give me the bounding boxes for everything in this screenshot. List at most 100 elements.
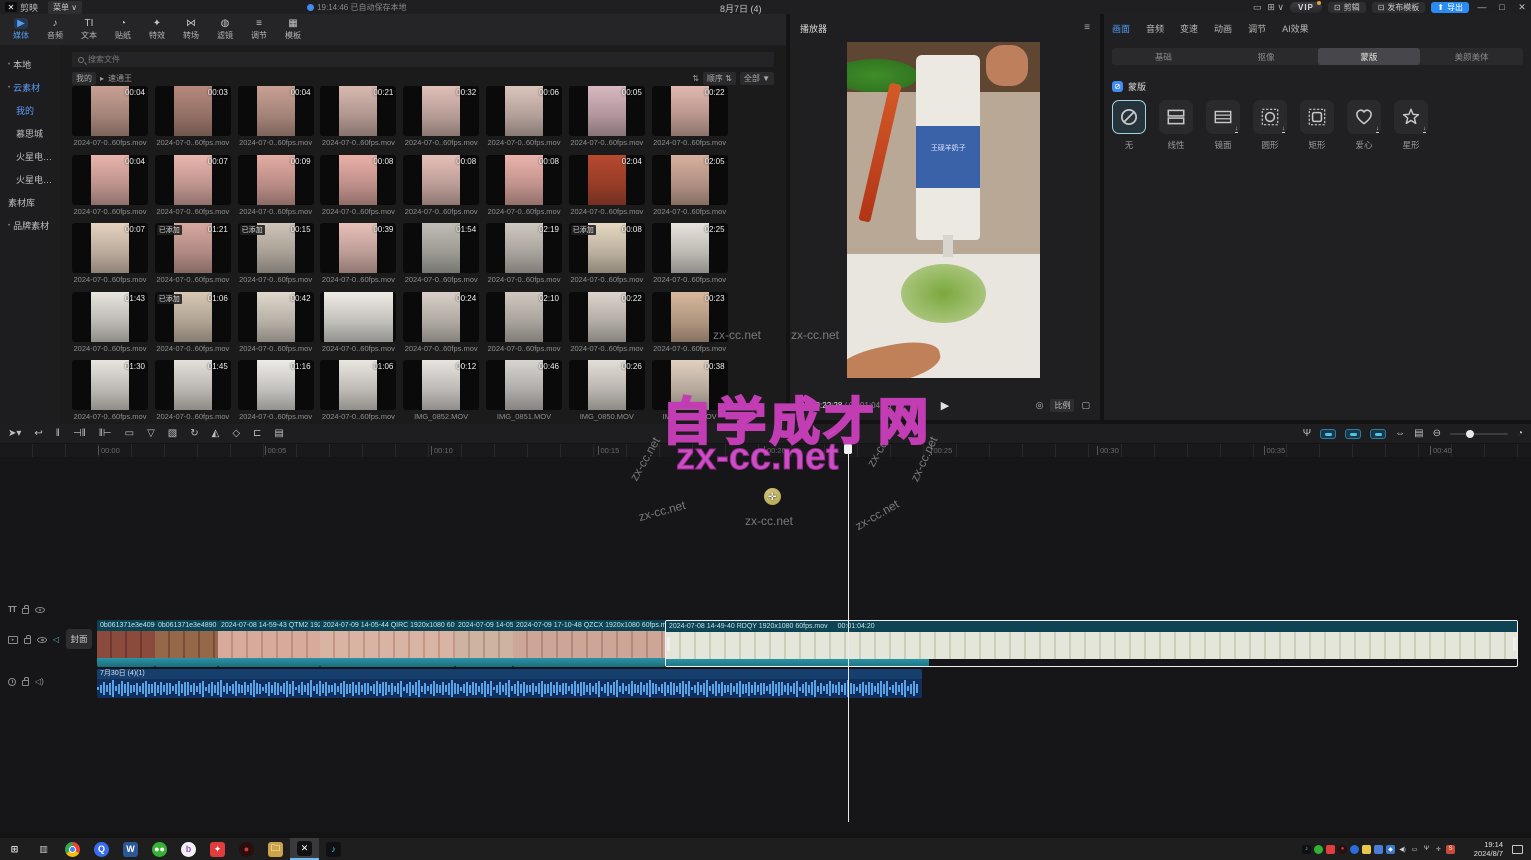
cover-button[interactable]: 封面 <box>66 629 92 649</box>
tray-wechat-icon[interactable] <box>1314 845 1323 854</box>
toolbar-item-贴纸[interactable]: ◔贴纸 <box>106 14 140 45</box>
media-item[interactable]: 00:092024-07-0..60fps.mov <box>238 155 314 216</box>
media-item[interactable]: 00:242024-07-0..60fps.mov <box>403 292 479 353</box>
mirror-tool[interactable]: ◭ <box>212 428 220 439</box>
file-explorer-icon[interactable]: 🗀 <box>261 838 290 860</box>
split-left-button[interactable]: ⊣‖ <box>73 428 86 439</box>
timeline-zoom-slider[interactable] <box>1450 433 1508 435</box>
track-sound-icon[interactable]: ◁ <box>53 635 59 644</box>
lock-icon[interactable] <box>22 608 29 614</box>
timeline-clip[interactable]: 2024-07-08 14-49-40 RDQY 1920x1080 60fps… <box>665 620 1518 667</box>
media-item[interactable]: 00:082024-07-0..60fps.mov <box>486 155 562 216</box>
undo-button[interactable]: ↩ <box>34 428 42 439</box>
toolbar-item-模板[interactable]: ▦模板 <box>276 14 310 45</box>
media-item[interactable]: 00:422024-07-0..60fps.mov <box>238 292 314 353</box>
split-button[interactable]: ‖ <box>56 428 60 439</box>
tray-recorder-icon[interactable]: ● <box>1338 845 1347 854</box>
timeline-clip[interactable]: 2024-07-08 14-59-43 QTM2 192 <box>218 620 320 667</box>
auto-fit-icon[interactable]: ⇔ <box>1395 428 1405 439</box>
tray-mic-icon[interactable]: Ψ <box>1422 845 1431 854</box>
crop-tool[interactable]: ▧ <box>168 428 177 439</box>
visibility-icon[interactable] <box>35 607 45 613</box>
sidebar-item-品牌素材[interactable]: •品牌素材 <box>0 214 60 237</box>
maximize-button[interactable]: □ <box>1495 2 1509 12</box>
tray-defender-icon[interactable]: ◆ <box>1386 845 1395 854</box>
media-item[interactable]: 01:21已添加2024-07-0..60fps.mov <box>155 223 231 284</box>
video-preview[interactable]: 王砚羊奶子 <box>847 42 1040 378</box>
media-item[interactable]: 01:432024-07-0..60fps.mov <box>72 292 148 353</box>
media-item[interactable]: 01:162024-07-0..60fps.mov <box>238 360 314 421</box>
action-center-icon[interactable] <box>1512 845 1523 854</box>
media-item[interactable]: 01:06已添加2024-07-0..60fps.mov <box>155 292 231 353</box>
toolbar-item-音频[interactable]: ♪音频 <box>38 14 72 45</box>
clip-button[interactable]: ⊡剪辑 <box>1328 2 1366 13</box>
media-item[interactable]: 02:052024-07-0..60fps.mov <box>652 155 728 216</box>
sidebar-item-火星电…[interactable]: 火星电… <box>0 168 60 191</box>
media-item[interactable]: 00:052024-07-0..60fps.mov <box>569 86 645 147</box>
ratio-crop-tool[interactable]: ⊏ <box>253 428 261 439</box>
tab-画面[interactable]: 画面 <box>1112 22 1130 35</box>
word-icon[interactable]: W <box>116 838 145 860</box>
media-item[interactable]: 00:212024-07-0..60fps.mov <box>320 86 396 147</box>
media-item[interactable]: 00:042024-07-0..60fps.mov <box>72 86 148 147</box>
subtab-基础[interactable]: 基础 <box>1112 48 1215 65</box>
sidebar-item-本地[interactable]: •本地 <box>0 53 60 76</box>
media-item[interactable]: 00:082024-07-0..60fps.mov <box>403 155 479 216</box>
close-button[interactable]: ✕ <box>1515 2 1529 13</box>
media-item[interactable]: 00:082024-07-0..60fps.mov <box>320 155 396 216</box>
grid-layout-icon[interactable]: ⊞ ∨ <box>1267 2 1284 13</box>
tray-xiaohongshu-icon[interactable] <box>1326 845 1335 854</box>
mask-option-镜面[interactable]: ↓镜面 <box>1206 100 1240 151</box>
media-item[interactable]: 00:322024-07-0..60fps.mov <box>403 86 479 147</box>
tray-yellow-icon[interactable] <box>1362 845 1371 854</box>
media-item[interactable]: 00:042024-07-0..60fps.mov <box>238 86 314 147</box>
tray-move-icon[interactable]: ✛ <box>1434 845 1443 854</box>
vip-badge[interactable]: VIP <box>1290 2 1322 13</box>
link-toggle[interactable] <box>1345 429 1361 439</box>
media-item[interactable]: 00:062024-07-0..60fps.mov <box>486 86 562 147</box>
tab-音频[interactable]: 音频 <box>1146 22 1164 35</box>
mask-option-星形[interactable]: ↓星形 <box>1394 100 1428 151</box>
mask-option-爱心[interactable]: ↓爱心 <box>1347 100 1381 151</box>
mask-option-圆形[interactable]: ↓圆形 <box>1253 100 1287 151</box>
tray-search-icon[interactable] <box>1350 845 1359 854</box>
tab-调节[interactable]: 调节 <box>1248 22 1266 35</box>
freeze-frame-button[interactable]: ▤ <box>274 428 283 439</box>
media-item[interactable]: 00:042024-07-0..60fps.mov <box>72 155 148 216</box>
sidebar-item-云素材[interactable]: •云素材 <box>0 76 60 99</box>
subtab-抠像[interactable]: 抠像 <box>1215 48 1318 65</box>
voiceover-mic-icon[interactable]: Ψ <box>1303 428 1311 439</box>
timer-icon[interactable]: ◔ <box>1517 428 1523 439</box>
tray-volume-icon[interactable]: ◀) <box>1398 845 1407 854</box>
tab-变速[interactable]: 变速 <box>1180 22 1198 35</box>
media-item[interactable]: 00:26IMG_0850.MOV <box>569 360 645 421</box>
chrome-icon[interactable] <box>58 838 87 860</box>
media-item[interactable]: 02:192024-07-0..60fps.mov <box>486 223 562 284</box>
play-button[interactable]: ▶ <box>941 399 949 412</box>
export-button[interactable]: ⬆导出 <box>1431 2 1469 13</box>
toolbar-item-调节[interactable]: ≡调节 <box>242 14 276 45</box>
rotate-tool[interactable]: ↻ <box>190 428 198 439</box>
media-item[interactable]: 00:222024-07-0..60fps.mov <box>569 292 645 353</box>
mask-option-线性[interactable]: 线性 <box>1159 100 1193 151</box>
media-item[interactable]: 01:062024-07-0..60fps.mov <box>320 360 396 421</box>
mask-option-矩形[interactable]: 矩形 <box>1300 100 1334 151</box>
tray-blue-icon[interactable] <box>1374 845 1383 854</box>
player-menu-icon[interactable]: ≡ <box>1084 22 1090 35</box>
track-height-icon[interactable]: ▤ <box>1414 428 1423 439</box>
media-item[interactable]: 00:222024-07-0..60fps.mov <box>652 86 728 147</box>
zoom-slider-knob[interactable] <box>1466 430 1474 438</box>
tab-动画[interactable]: 动画 <box>1214 22 1232 35</box>
media-item[interactable]: 00:12IMG_0852.MOV <box>403 360 479 421</box>
toolbar-item-媒体[interactable]: ▶媒体 <box>4 14 38 45</box>
search-input[interactable]: 搜索文件 <box>72 52 774 67</box>
sidebar-item-素材库[interactable]: 素材库 <box>0 191 60 214</box>
filter-all-button[interactable]: 全部 ▼ <box>740 72 774 85</box>
speaker-icon[interactable]: ◁) <box>35 677 44 686</box>
sort-direction-icon[interactable]: ⇅ <box>692 74 699 83</box>
lock-icon[interactable] <box>24 638 31 644</box>
zoom-out-icon[interactable]: ⊖ <box>1433 428 1441 439</box>
breadcrumb-back[interactable]: 我的 <box>72 72 96 85</box>
media-item[interactable]: 00:072024-07-0..60fps.mov <box>155 155 231 216</box>
media-item[interactable]: 00:072024-07-0..60fps.mov <box>72 223 148 284</box>
